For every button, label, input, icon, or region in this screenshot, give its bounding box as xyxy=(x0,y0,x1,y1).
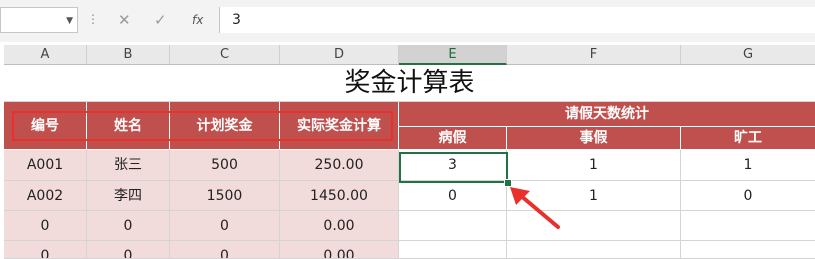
table-cell[interactable]: 250.00 xyxy=(280,150,399,181)
cancel-icon[interactable]: ✕ xyxy=(118,11,131,29)
insert-function-icon[interactable]: fx xyxy=(192,13,203,27)
sheet-title[interactable]: 奖金计算表 xyxy=(4,65,815,102)
name-box[interactable]: ▼ xyxy=(0,7,78,33)
column-header-f[interactable]: F xyxy=(507,45,681,65)
table-cell[interactable]: A001 xyxy=(4,150,87,181)
header-absence[interactable]: 旷工 xyxy=(681,127,815,150)
active-cell-border xyxy=(399,152,508,183)
table-cell[interactable] xyxy=(399,211,507,241)
header-sick-leave[interactable]: 病假 xyxy=(399,127,507,150)
header-id[interactable]: 编号 xyxy=(4,102,87,150)
table-cell[interactable]: A002 xyxy=(4,181,87,211)
table-cell[interactable]: 1 xyxy=(507,150,681,181)
table-cell[interactable]: 0 xyxy=(87,211,170,241)
table-cell[interactable]: 1450.00 xyxy=(280,181,399,211)
column-header-c[interactable]: C xyxy=(170,45,280,65)
column-header-g[interactable]: G xyxy=(681,45,815,65)
table-cell[interactable]: 500 xyxy=(170,150,280,181)
table-cell[interactable]: 0 xyxy=(681,181,815,211)
formula-bar: ▼ ⋮ ✕ ✓ fx 3 xyxy=(0,0,815,42)
table-cell[interactable] xyxy=(399,241,507,259)
table-cell[interactable]: 0.00 xyxy=(280,211,399,241)
enter-icon[interactable]: ✓ xyxy=(154,11,167,29)
header-name[interactable]: 姓名 xyxy=(87,102,170,150)
table-cell[interactable] xyxy=(681,241,815,259)
table-cell[interactable]: 0 xyxy=(170,211,280,241)
table-cell[interactable]: 0.00 xyxy=(280,241,399,259)
chevron-down-icon[interactable]: ▼ xyxy=(66,16,73,26)
column-header-b[interactable]: B xyxy=(87,45,170,65)
table-cell[interactable]: 李四 xyxy=(87,181,170,211)
header-actual-bonus[interactable]: 实际奖金计算 xyxy=(280,102,399,150)
table-cell[interactable]: 0 xyxy=(399,181,507,211)
header-leave-days[interactable]: 请假天数统计 xyxy=(399,102,815,127)
table-cell[interactable]: 0 xyxy=(4,241,87,259)
column-header-a[interactable]: A xyxy=(4,45,87,65)
table-cell[interactable] xyxy=(507,241,681,259)
table-cell[interactable]: 0 xyxy=(87,241,170,259)
arrow-icon xyxy=(510,187,560,229)
table-cell[interactable]: 张三 xyxy=(87,150,170,181)
column-header-d[interactable]: D xyxy=(280,45,399,65)
column-header-e[interactable]: E xyxy=(399,45,507,65)
table-cell[interactable] xyxy=(681,211,815,241)
table-cell[interactable]: 1500 xyxy=(170,181,280,211)
table-cell[interactable]: 0 xyxy=(4,211,87,241)
header-personal-leave[interactable]: 事假 xyxy=(507,127,681,150)
table-cell[interactable]: 1 xyxy=(681,150,815,181)
formula-input[interactable]: 3 xyxy=(219,7,815,33)
header-planned-bonus[interactable]: 计划奖金 xyxy=(170,102,280,150)
table-cell[interactable]: 0 xyxy=(170,241,280,259)
drag-handle-icon[interactable]: ⋮ xyxy=(87,12,99,26)
